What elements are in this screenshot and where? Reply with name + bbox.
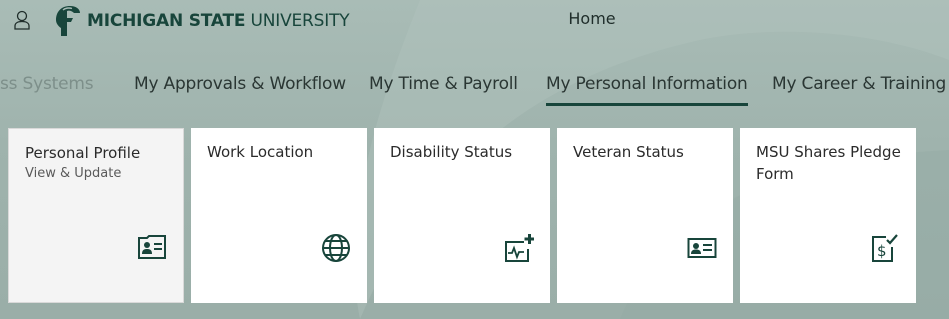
tile-work-location[interactable]: Work Location: [191, 128, 367, 303]
tile-title: Disability Status: [390, 143, 513, 161]
tile-msu-shares-pledge[interactable]: MSU Shares Pledge Form $: [740, 128, 916, 303]
msu-logo[interactable]: MICHIGAN STATE UNIVERSITY: [52, 4, 350, 38]
tab-approvals-workflow[interactable]: My Approvals & Workflow: [134, 74, 346, 94]
tab-systems[interactable]: ss Systems: [0, 74, 94, 94]
logo-wordmark: MICHIGAN STATE UNIVERSITY: [87, 11, 350, 31]
page-title: Home: [568, 9, 616, 28]
dollar-document-check-icon: $: [872, 234, 898, 262]
tile-veteran-status[interactable]: Veteran Status: [557, 128, 733, 303]
tab-bar: ss Systems My Approvals & Workflow My Ti…: [0, 66, 949, 110]
contact-card-icon: [138, 235, 166, 259]
tile-title: Work Location: [207, 143, 314, 161]
user-icon[interactable]: [13, 10, 31, 30]
tile-disability-status[interactable]: Disability Status: [374, 128, 550, 303]
tab-career-training[interactable]: My Career & Training: [772, 74, 946, 94]
tile-title: Veteran Status: [573, 143, 684, 161]
tab-time-payroll[interactable]: My Time & Payroll: [369, 74, 518, 94]
tab-personal-information[interactable]: My Personal Information: [546, 74, 748, 106]
tile-personal-profile[interactable]: Personal Profile View & Update: [8, 128, 184, 303]
spartan-helmet-icon: [56, 6, 80, 36]
tile-title: Personal Profile: [25, 144, 141, 162]
tile-subtitle: View & Update: [25, 166, 122, 181]
shell-header: MICHIGAN STATE UNIVERSITY Home: [0, 0, 949, 44]
logo-wordmark-thin: UNIVERSITY: [245, 11, 350, 31]
tile-title: MSU Shares Pledge Form: [756, 143, 901, 183]
logo-wordmark-bold: MICHIGAN STATE: [87, 11, 246, 31]
globe-icon: [322, 234, 350, 262]
medical-monitor-icon: [505, 234, 534, 262]
id-card-icon: [687, 238, 717, 258]
svg-text:$: $: [877, 242, 887, 260]
